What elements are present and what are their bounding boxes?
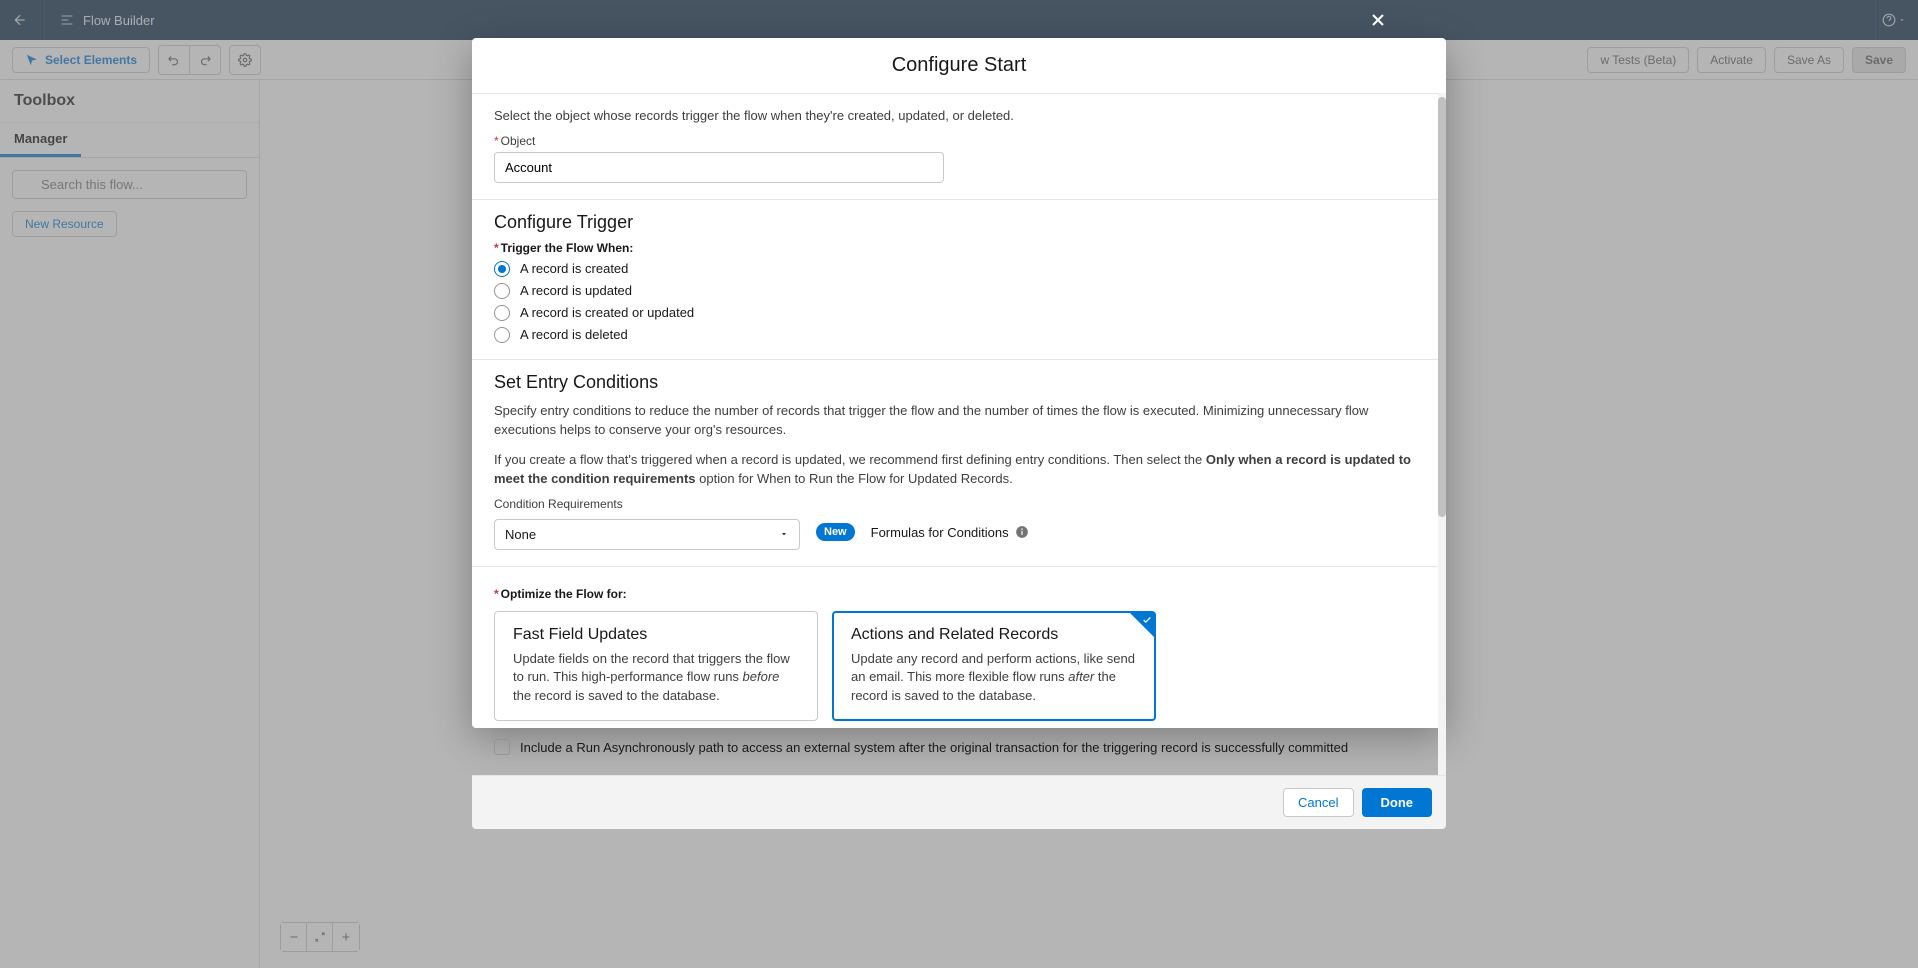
radio-icon — [494, 261, 510, 277]
info-icon — [1015, 525, 1029, 539]
entry-help-1: Specify entry conditions to reduce the n… — [494, 401, 1416, 440]
object-label: Object — [494, 134, 1416, 148]
optimize-label: Optimize the Flow for: — [494, 587, 1416, 601]
done-button[interactable]: Done — [1362, 788, 1433, 817]
entry-conditions-title: Set Entry Conditions — [494, 372, 1416, 393]
card-fast-field-updates[interactable]: Fast Field Updates Update fields on the … — [494, 611, 818, 722]
radio-label: A record is deleted — [520, 327, 628, 342]
radio-label: A record is updated — [520, 283, 632, 298]
entry-help-2: If you create a flow that's triggered wh… — [494, 450, 1416, 489]
card-actions-related-records[interactable]: Actions and Related Records Update any r… — [832, 611, 1156, 722]
card-desc: Update any record and perform actions, l… — [851, 650, 1137, 707]
radio-icon — [494, 283, 510, 299]
new-badge: New — [816, 523, 855, 541]
chevron-down-icon — [779, 529, 789, 539]
radio-label: A record is created — [520, 261, 628, 276]
trigger-when-label: Trigger the Flow When: — [494, 241, 1416, 255]
radio-created[interactable]: A record is created — [494, 261, 1416, 277]
close-modal-button[interactable] — [1368, 10, 1388, 30]
radio-created-or-updated[interactable]: A record is created or updated — [494, 305, 1416, 321]
configure-trigger-title: Configure Trigger — [494, 212, 1416, 233]
radio-deleted[interactable]: A record is deleted — [494, 327, 1416, 343]
card-desc: Update fields on the record that trigger… — [513, 650, 799, 707]
async-checkbox-row[interactable]: Include a Run Asynchronously path to acc… — [494, 739, 1416, 755]
object-input[interactable] — [494, 152, 944, 183]
radio-label: A record is created or updated — [520, 305, 694, 320]
modal-title: Configure Start — [472, 38, 1446, 93]
radio-icon — [494, 305, 510, 321]
cancel-button[interactable]: Cancel — [1283, 788, 1353, 817]
card-title: Fast Field Updates — [513, 626, 799, 644]
async-checkbox-label: Include a Run Asynchronously path to acc… — [520, 740, 1348, 755]
radio-updated[interactable]: A record is updated — [494, 283, 1416, 299]
select-value: None — [505, 527, 536, 542]
formulas-label: Formulas for Conditions — [871, 525, 1009, 540]
radio-icon — [494, 327, 510, 343]
formulas-for-conditions[interactable]: Formulas for Conditions — [871, 525, 1029, 540]
checkbox-icon — [494, 739, 510, 755]
modal-footer: Cancel Done — [472, 775, 1446, 829]
condition-req-label: Condition Requirements — [494, 497, 1416, 511]
object-help-text: Select the object whose records trigger … — [494, 106, 1416, 126]
configure-start-modal: Configure Start Select the object whose … — [472, 38, 1446, 728]
selected-check-icon — [1130, 613, 1154, 637]
condition-req-select[interactable]: None — [494, 519, 800, 550]
scrollbar[interactable] — [1438, 93, 1446, 775]
card-title: Actions and Related Records — [851, 626, 1137, 644]
